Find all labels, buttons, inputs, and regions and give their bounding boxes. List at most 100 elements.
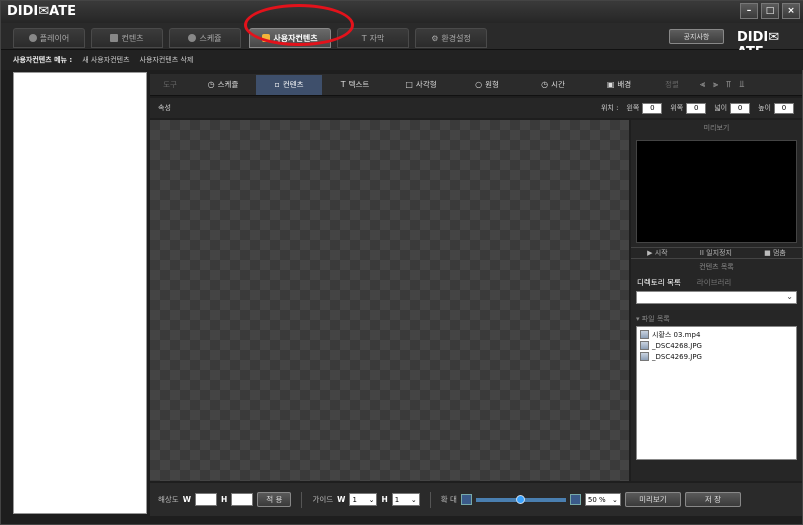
preview-button[interactable]: 미리보기 (624, 492, 681, 507)
editor-canvas[interactable] (150, 120, 629, 481)
circle-icon: ○ (475, 80, 483, 89)
content-source-tabs: 디렉토리 목록 라이브러리 (631, 275, 802, 289)
chevron-down-icon: ⌄ (612, 495, 618, 504)
main-tab-bar: 플레이어 컨텐츠 스케쥴 사용자컨텐츠 T 자막 ⚙ 환경설정 공지사항 DIDI✉… (1, 23, 803, 60)
tool-time[interactable]: ◷ 시간 (520, 75, 586, 95)
apply-button[interactable]: 적 용 (257, 492, 292, 507)
guide-label: 가이드 (312, 495, 334, 504)
align-tools: ⫷ ⫸ ⫪ ⫫ (692, 80, 744, 90)
property-label: 속성 (158, 104, 171, 112)
width-input[interactable] (730, 102, 751, 114)
tab-schedule[interactable]: 스케쥴 (169, 28, 241, 48)
media-controls: ▶ 시작 II 일지정지 ■ 멈춤 (631, 247, 802, 259)
tab-user-contents[interactable]: 사용자컨텐츠 (249, 28, 331, 48)
settings-icon: ⚙ (431, 33, 439, 43)
image-file-icon (640, 341, 649, 350)
grid-icon (110, 34, 119, 42)
tool-background[interactable]: ▣ 배경 (586, 75, 652, 95)
tool-label: 도구 (163, 80, 177, 89)
notice-button[interactable]: 공지사항 (669, 29, 724, 44)
file-list-header: ▾ 파일 목록 (636, 315, 670, 323)
tool-content[interactable]: ▫ 컨텐츠 (256, 74, 322, 95)
minimize-button[interactable]: – (740, 3, 758, 19)
chevron-down-icon: ⌄ (368, 495, 375, 504)
top-label: 위쪽 (670, 104, 684, 112)
resolution-label: 해상도 (158, 495, 179, 504)
guide-w-select[interactable]: 1 ⌄ (349, 493, 378, 506)
text-icon: T (340, 80, 346, 89)
align-left-icon[interactable]: ⫷ (700, 80, 705, 90)
video-file-icon (640, 330, 649, 339)
content-list-title: 컨텐츠 목록 (699, 263, 734, 271)
bottom-bar: 해상도 W H 적 용 가이드 W 1 ⌄ H 1 ⌄ 확 대 50 % ⌄ 미리보기… (150, 483, 802, 516)
left-label: 왼쪽 (626, 104, 640, 112)
tab-library[interactable]: 라이브러리 (697, 277, 732, 288)
content-icon: ▫ (274, 80, 280, 89)
height-input[interactable] (774, 102, 794, 114)
resolution-width-input[interactable] (194, 493, 217, 506)
list-item[interactable]: 시황스 03.mp4 (640, 329, 793, 340)
zoom-select[interactable]: 50 % ⌄ (584, 493, 621, 506)
property-bar: 속성 위치 : 왼쪽 위쪽 넓이 높이 (150, 98, 802, 118)
preview-screen (636, 140, 797, 243)
window-controls: – □ × (740, 3, 800, 19)
tool-schedule[interactable]: ◷ 스케쥴 (190, 75, 256, 95)
zoom-in-button[interactable] (569, 494, 581, 505)
resolution-h-label: H (220, 495, 228, 504)
list-item[interactable]: _DSC4269.JPG (640, 351, 793, 362)
chevron-down-icon: ⌄ (786, 292, 793, 301)
tab-contents[interactable]: 컨텐츠 (91, 28, 163, 48)
title-bar: DIDI✉ATE – □ × (1, 1, 803, 23)
text-icon: T (361, 33, 367, 43)
width-label: 넓이 (714, 104, 728, 112)
resolution-w-label: W (182, 495, 191, 504)
tab-directory[interactable]: 디렉토리 목록 (637, 277, 681, 288)
preview-title: 미리보기 (703, 124, 730, 132)
image-file-icon (640, 352, 649, 361)
pause-button[interactable]: II 일지정지 (700, 248, 732, 258)
zoom-slider[interactable] (475, 494, 566, 504)
right-panel: 미리보기 ▶ 시작 II 일지정지 ■ 멈춤 컨텐츠 목록 디렉토리 목록 라이… (631, 120, 802, 481)
align-bottom-icon[interactable]: ⫫ (739, 80, 744, 90)
tab-player[interactable]: 플레이어 (13, 28, 85, 48)
clock-icon (188, 34, 197, 42)
align-top-icon[interactable]: ⫪ (726, 80, 731, 90)
play-button[interactable]: ▶ 시작 (647, 248, 668, 258)
stop-button[interactable]: ■ 멈춤 (764, 248, 786, 258)
tool-circle[interactable]: ○ 원형 (454, 75, 520, 95)
file-list: 시황스 03.mp4 _DSC4268.JPG _DSC4269.JPG (636, 326, 797, 460)
align-label: 정렬 (665, 80, 679, 89)
submenu-title: 사용자컨텐츠 메뉴 : (13, 56, 73, 64)
directory-select[interactable]: ⌄ (636, 291, 797, 304)
slider-handle[interactable] (515, 494, 525, 504)
app-window: DIDI✉ATE – □ × 플레이어 컨텐츠 스케쥴 사용자컨텐츠 T 자막 ⚙… (0, 0, 803, 525)
tab-settings[interactable]: ⚙ 환경설정 (415, 28, 487, 48)
guide-h-label: H (381, 495, 388, 504)
list-item[interactable]: _DSC4268.JPG (640, 340, 793, 351)
clock-icon: ◷ (207, 80, 215, 89)
top-input[interactable] (686, 102, 707, 114)
user-icon (262, 34, 271, 42)
position-label: 위치 : (600, 104, 619, 112)
maximize-button[interactable]: □ (761, 3, 779, 19)
tool-text[interactable]: T 텍스트 (322, 75, 388, 95)
zoom-out-button[interactable] (460, 494, 472, 505)
close-button[interactable]: × (782, 3, 800, 19)
chevron-down-icon: ⌄ (410, 495, 417, 504)
left-input[interactable] (642, 102, 663, 114)
clock-icon: ◷ (541, 80, 549, 89)
image-icon: ▣ (606, 80, 615, 89)
tab-subtitle[interactable]: T 자막 (337, 28, 409, 48)
delete-user-content-link[interactable]: 사용자컨텐츠 삭제 (140, 55, 194, 65)
user-content-list[interactable] (13, 72, 147, 514)
resolution-height-input[interactable] (231, 493, 254, 506)
new-user-content-link[interactable]: 새 사용자컨텐츠 (82, 55, 129, 65)
tool-rectangle[interactable]: □ 사각형 (388, 75, 454, 95)
align-right-icon[interactable]: ⫸ (713, 80, 718, 90)
save-button[interactable]: 저 장 (684, 492, 741, 507)
app-logo: DIDI✉ATE (7, 4, 76, 19)
zoom-label: 확 대 (440, 495, 457, 504)
guide-h-select[interactable]: 1 ⌄ (391, 493, 420, 506)
height-label: 높이 (758, 104, 771, 112)
guide-w-label: W (337, 495, 346, 504)
